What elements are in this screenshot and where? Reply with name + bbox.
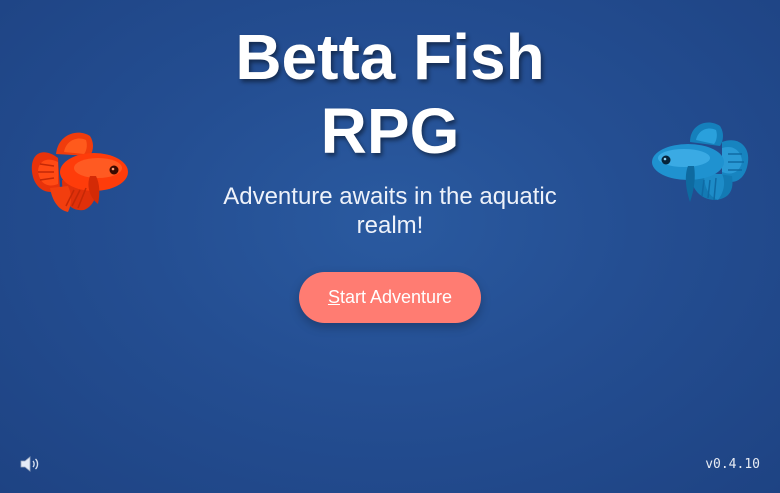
red-betta-fish-icon	[31, 132, 128, 212]
speaker-icon[interactable]	[19, 454, 41, 474]
start-adventure-button[interactable]: Start Adventure	[299, 272, 481, 323]
game-subtitle: Adventure awaits in the aquatic realm!	[223, 183, 557, 239]
start-adventure-hotkey: S	[327, 287, 340, 307]
game-title-line-1: Betta Fish	[235, 21, 545, 93]
start-adventure-label: tart Adventure	[339, 287, 453, 307]
version-label: v0.4.10	[705, 457, 760, 472]
blue-betta-fish-icon	[652, 122, 749, 202]
